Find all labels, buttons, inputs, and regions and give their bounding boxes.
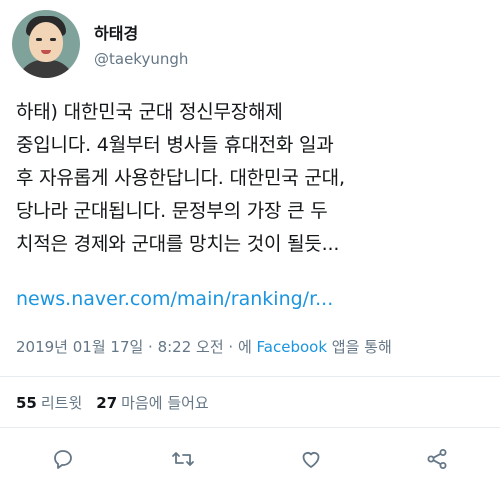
author-names: 하태경 @taekyungh xyxy=(94,20,188,68)
tweet-link[interactable]: news.naver.com/main/ranking/r... xyxy=(16,288,333,310)
display-name[interactable]: 하태경 xyxy=(94,20,188,44)
tweet-header: 하태경 @taekyungh xyxy=(12,10,188,78)
tweet-line: 하태) 대한민국 군대 정신무장해제 xyxy=(16,101,283,123)
tweet-meta: 2019년 01월 17일 · 8:22 오전 · 에 Facebook 앱을 … xyxy=(16,336,392,357)
likes-stat[interactable]: 27 마음에 들어요 xyxy=(96,392,208,413)
retweets-label: 리트윗 xyxy=(40,394,83,412)
reply-icon xyxy=(54,450,72,469)
divider xyxy=(0,427,500,428)
handle[interactable]: @taekyungh xyxy=(94,50,188,68)
like-button[interactable] xyxy=(296,444,326,474)
divider xyxy=(0,376,500,377)
tweet-line: 중입니다. 4월부터 병사들 휴대전화 일과 xyxy=(16,134,334,156)
tweet-stats: 55 리트윗 27 마음에 들어요 xyxy=(16,392,209,413)
likes-label: 마음에 들어요 xyxy=(121,394,209,412)
share-button[interactable] xyxy=(422,444,452,474)
avatar[interactable] xyxy=(12,10,80,78)
action-bar xyxy=(0,444,500,474)
tweet-line: 후 자유롭게 사용한답니다. 대한민국 군대, xyxy=(16,167,345,189)
tweet-line: 치적은 경제와 군대를 망치는 것이 될듯... xyxy=(16,233,340,255)
retweet-icon xyxy=(172,452,194,466)
reply-button[interactable] xyxy=(48,444,78,474)
tweet-line: 당나라 군대됩니다. 문정부의 가장 큰 두 xyxy=(16,200,328,222)
tweet-text: 하태) 대한민국 군대 정신무장해제 중입니다. 4월부터 병사들 휴대전화 일… xyxy=(16,96,486,261)
source-suffix: 앱을 통해 xyxy=(331,338,392,356)
retweets-count: 55 xyxy=(16,394,37,412)
source-link[interactable]: Facebook xyxy=(257,338,327,356)
timestamp: 2019년 01월 17일 · 8:22 오전 · 에 xyxy=(16,338,252,356)
heart-icon xyxy=(302,452,320,468)
likes-count: 27 xyxy=(96,394,118,412)
retweets-stat[interactable]: 55 리트윗 xyxy=(16,392,82,413)
share-icon xyxy=(427,449,447,469)
retweet-button[interactable] xyxy=(168,444,198,474)
